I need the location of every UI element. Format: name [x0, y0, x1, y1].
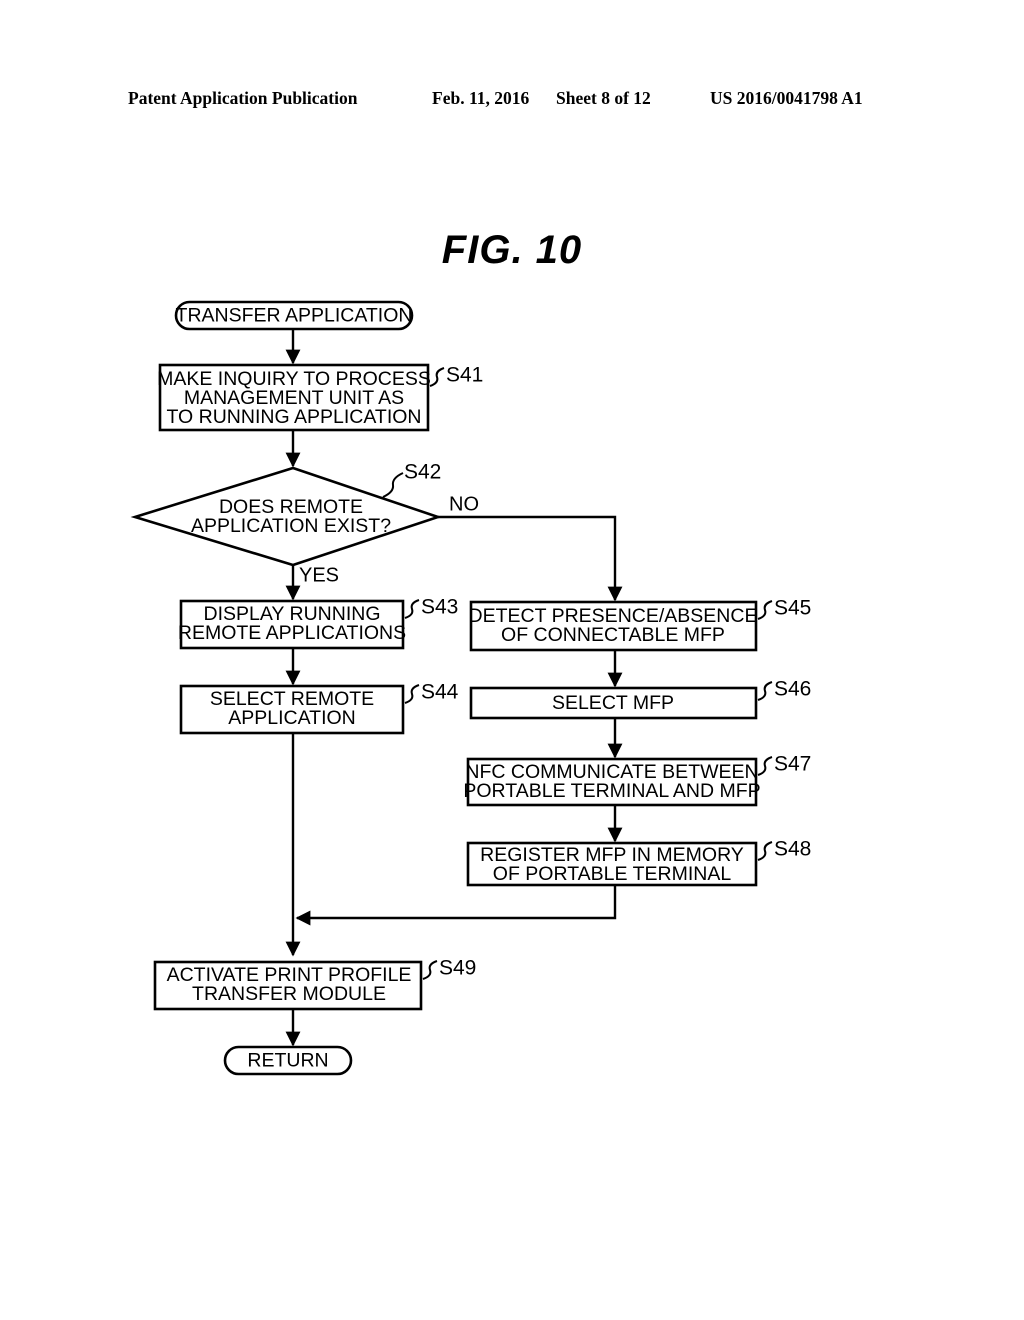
leader-s44 [404, 684, 420, 704]
edge-label-no: NO [449, 493, 479, 515]
leader-s42 [382, 472, 404, 498]
connector-s48-to-merge [295, 885, 617, 926]
node-s42-line2: APPLICATION EXIST? [191, 515, 391, 537]
node-s43-line2: REMOTE APPLICATIONS [178, 622, 406, 644]
edge-label-yes: YES [299, 564, 339, 586]
node-s41-line3: TO RUNNING APPLICATION [167, 406, 422, 428]
node-s49-line2: TRANSFER MODULE [192, 983, 386, 1005]
leader-s49 [422, 960, 438, 980]
node-s44-line2: APPLICATION [228, 707, 356, 729]
step-ref-s46: S46 [774, 678, 811, 701]
flowchart-diagram: TRANSFER APPLICATION MAKE INQUIRY TO PRO… [130, 300, 811, 1076]
step-ref-s43: S43 [421, 596, 458, 619]
patent-page: Patent Application Publication Feb. 11, … [0, 0, 1024, 1320]
node-s45-line2: OF CONNECTABLE MFP [501, 624, 725, 646]
step-ref-s49: S49 [439, 957, 476, 980]
leader-s46 [757, 681, 773, 701]
leader-s43 [404, 599, 420, 619]
leader-s41 [429, 367, 445, 387]
leader-s48 [757, 841, 773, 861]
leader-s47 [757, 756, 773, 776]
step-ref-s41: S41 [446, 364, 483, 387]
node-s47-line2: PORTABLE TERMINAL AND MFP [463, 780, 760, 802]
node-s48-line2: OF PORTABLE TERMINAL [493, 863, 732, 885]
step-ref-s45: S45 [774, 597, 811, 620]
connector-s42-no-to-s45 [438, 515, 623, 602]
node-return-label: RETURN [247, 1050, 328, 1072]
step-ref-s47: S47 [774, 753, 811, 776]
step-ref-s48: S48 [774, 838, 811, 861]
leader-s45 [757, 600, 773, 620]
node-start-label: TRANSFER APPLICATION [176, 305, 413, 327]
step-ref-s44: S44 [421, 681, 459, 704]
step-ref-s42: S42 [404, 461, 441, 484]
node-s46-line1: SELECT MFP [552, 692, 674, 714]
